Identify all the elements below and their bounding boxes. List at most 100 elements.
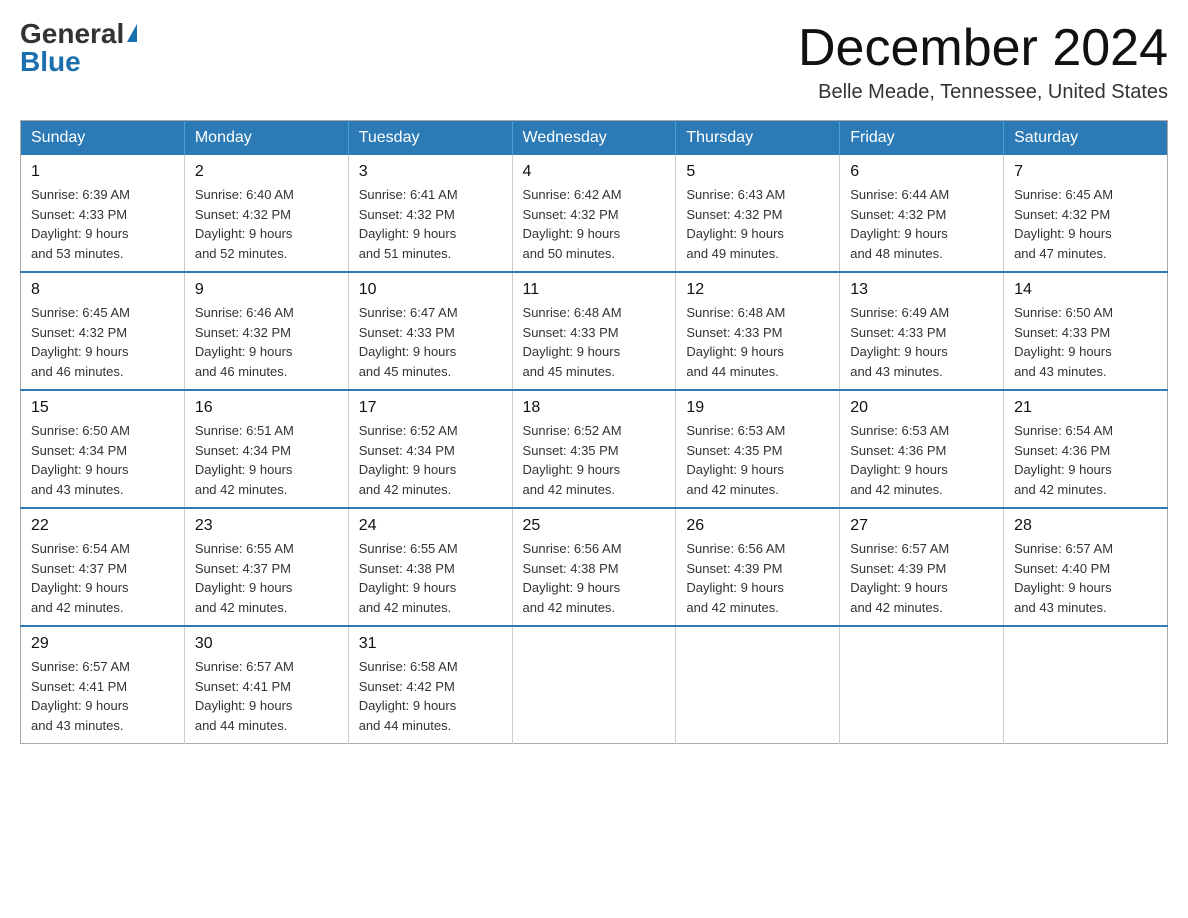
- day-number: 24: [359, 517, 502, 535]
- daylight-label: Daylight: 9 hours: [850, 580, 948, 595]
- day-info: Sunrise: 6:57 AM Sunset: 4:41 PM Dayligh…: [31, 657, 174, 735]
- day-info: Sunrise: 6:53 AM Sunset: 4:35 PM Dayligh…: [686, 421, 829, 499]
- calendar-cell: [840, 626, 1004, 744]
- calendar-cell: 22 Sunrise: 6:54 AM Sunset: 4:37 PM Dayl…: [21, 508, 185, 626]
- sunset-label: Sunset: 4:35 PM: [686, 443, 782, 458]
- calendar-cell: 17 Sunrise: 6:52 AM Sunset: 4:34 PM Dayl…: [348, 390, 512, 508]
- sunrise-label: Sunrise: 6:53 AM: [686, 423, 785, 438]
- day-info: Sunrise: 6:57 AM Sunset: 4:41 PM Dayligh…: [195, 657, 338, 735]
- calendar-cell: 19 Sunrise: 6:53 AM Sunset: 4:35 PM Dayl…: [676, 390, 840, 508]
- weekday-header-tuesday: Tuesday: [348, 121, 512, 156]
- day-number: 20: [850, 399, 993, 417]
- day-info: Sunrise: 6:56 AM Sunset: 4:39 PM Dayligh…: [686, 539, 829, 617]
- daylight-minutes: and 45 minutes.: [523, 364, 616, 379]
- day-number: 6: [850, 163, 993, 181]
- daylight-minutes: and 42 minutes.: [195, 482, 288, 497]
- calendar-cell: [512, 626, 676, 744]
- calendar-cell: 14 Sunrise: 6:50 AM Sunset: 4:33 PM Dayl…: [1004, 272, 1168, 390]
- sunrise-label: Sunrise: 6:48 AM: [523, 305, 622, 320]
- daylight-label: Daylight: 9 hours: [1014, 344, 1112, 359]
- calendar-cell: 2 Sunrise: 6:40 AM Sunset: 4:32 PM Dayli…: [184, 155, 348, 272]
- day-number: 7: [1014, 163, 1157, 181]
- sunset-label: Sunset: 4:32 PM: [31, 325, 127, 340]
- calendar-cell: 6 Sunrise: 6:44 AM Sunset: 4:32 PM Dayli…: [840, 155, 1004, 272]
- daylight-minutes: and 42 minutes.: [523, 600, 616, 615]
- day-number: 29: [31, 635, 174, 653]
- daylight-minutes: and 44 minutes.: [359, 718, 452, 733]
- daylight-minutes: and 42 minutes.: [523, 482, 616, 497]
- sunset-label: Sunset: 4:32 PM: [195, 207, 291, 222]
- day-info: Sunrise: 6:57 AM Sunset: 4:39 PM Dayligh…: [850, 539, 993, 617]
- daylight-label: Daylight: 9 hours: [359, 344, 457, 359]
- day-number: 23: [195, 517, 338, 535]
- day-info: Sunrise: 6:57 AM Sunset: 4:40 PM Dayligh…: [1014, 539, 1157, 617]
- day-number: 12: [686, 281, 829, 299]
- sunset-label: Sunset: 4:33 PM: [850, 325, 946, 340]
- daylight-minutes: and 43 minutes.: [1014, 600, 1107, 615]
- sunset-label: Sunset: 4:32 PM: [1014, 207, 1110, 222]
- daylight-label: Daylight: 9 hours: [359, 226, 457, 241]
- day-info: Sunrise: 6:45 AM Sunset: 4:32 PM Dayligh…: [1014, 185, 1157, 263]
- calendar-cell: 26 Sunrise: 6:56 AM Sunset: 4:39 PM Dayl…: [676, 508, 840, 626]
- sunrise-label: Sunrise: 6:57 AM: [1014, 541, 1113, 556]
- weekday-header-monday: Monday: [184, 121, 348, 156]
- day-info: Sunrise: 6:56 AM Sunset: 4:38 PM Dayligh…: [523, 539, 666, 617]
- day-number: 22: [31, 517, 174, 535]
- day-info: Sunrise: 6:48 AM Sunset: 4:33 PM Dayligh…: [686, 303, 829, 381]
- month-title: December 2024: [798, 20, 1168, 77]
- sunset-label: Sunset: 4:39 PM: [686, 561, 782, 576]
- logo-blue-text: Blue: [20, 48, 81, 76]
- day-info: Sunrise: 6:47 AM Sunset: 4:33 PM Dayligh…: [359, 303, 502, 381]
- sunset-label: Sunset: 4:41 PM: [195, 679, 291, 694]
- calendar-cell: 4 Sunrise: 6:42 AM Sunset: 4:32 PM Dayli…: [512, 155, 676, 272]
- daylight-label: Daylight: 9 hours: [686, 580, 784, 595]
- daylight-label: Daylight: 9 hours: [686, 344, 784, 359]
- sunrise-label: Sunrise: 6:57 AM: [31, 659, 130, 674]
- day-info: Sunrise: 6:39 AM Sunset: 4:33 PM Dayligh…: [31, 185, 174, 263]
- day-number: 17: [359, 399, 502, 417]
- daylight-minutes: and 42 minutes.: [1014, 482, 1107, 497]
- page-header: General Blue December 2024 Belle Meade, …: [20, 20, 1168, 104]
- day-number: 18: [523, 399, 666, 417]
- daylight-label: Daylight: 9 hours: [1014, 462, 1112, 477]
- day-number: 10: [359, 281, 502, 299]
- daylight-minutes: and 47 minutes.: [1014, 246, 1107, 261]
- weekday-header-row: SundayMondayTuesdayWednesdayThursdayFrid…: [21, 121, 1168, 156]
- day-number: 26: [686, 517, 829, 535]
- daylight-minutes: and 42 minutes.: [686, 600, 779, 615]
- daylight-minutes: and 45 minutes.: [359, 364, 452, 379]
- day-info: Sunrise: 6:51 AM Sunset: 4:34 PM Dayligh…: [195, 421, 338, 499]
- calendar-cell: 25 Sunrise: 6:56 AM Sunset: 4:38 PM Dayl…: [512, 508, 676, 626]
- daylight-label: Daylight: 9 hours: [31, 462, 129, 477]
- sunrise-label: Sunrise: 6:39 AM: [31, 187, 130, 202]
- logo: General Blue: [20, 20, 137, 76]
- logo-general-text: General: [20, 20, 124, 48]
- sunset-label: Sunset: 4:33 PM: [359, 325, 455, 340]
- title-section: December 2024 Belle Meade, Tennessee, Un…: [798, 20, 1168, 104]
- day-number: 19: [686, 399, 829, 417]
- sunrise-label: Sunrise: 6:57 AM: [850, 541, 949, 556]
- sunset-label: Sunset: 4:33 PM: [686, 325, 782, 340]
- daylight-minutes: and 48 minutes.: [850, 246, 943, 261]
- calendar-week-row: 1 Sunrise: 6:39 AM Sunset: 4:33 PM Dayli…: [21, 155, 1168, 272]
- daylight-label: Daylight: 9 hours: [686, 226, 784, 241]
- weekday-header-friday: Friday: [840, 121, 1004, 156]
- daylight-label: Daylight: 9 hours: [850, 226, 948, 241]
- daylight-label: Daylight: 9 hours: [523, 580, 621, 595]
- daylight-minutes: and 42 minutes.: [359, 600, 452, 615]
- sunrise-label: Sunrise: 6:56 AM: [686, 541, 785, 556]
- sunrise-label: Sunrise: 6:55 AM: [195, 541, 294, 556]
- day-number: 15: [31, 399, 174, 417]
- daylight-label: Daylight: 9 hours: [195, 462, 293, 477]
- sunrise-label: Sunrise: 6:55 AM: [359, 541, 458, 556]
- calendar-week-row: 22 Sunrise: 6:54 AM Sunset: 4:37 PM Dayl…: [21, 508, 1168, 626]
- daylight-minutes: and 43 minutes.: [31, 718, 124, 733]
- sunrise-label: Sunrise: 6:44 AM: [850, 187, 949, 202]
- daylight-minutes: and 46 minutes.: [31, 364, 124, 379]
- calendar-cell: [1004, 626, 1168, 744]
- calendar-cell: 23 Sunrise: 6:55 AM Sunset: 4:37 PM Dayl…: [184, 508, 348, 626]
- sunrise-label: Sunrise: 6:45 AM: [31, 305, 130, 320]
- calendar-cell: 9 Sunrise: 6:46 AM Sunset: 4:32 PM Dayli…: [184, 272, 348, 390]
- sunrise-label: Sunrise: 6:42 AM: [523, 187, 622, 202]
- daylight-minutes: and 42 minutes.: [686, 482, 779, 497]
